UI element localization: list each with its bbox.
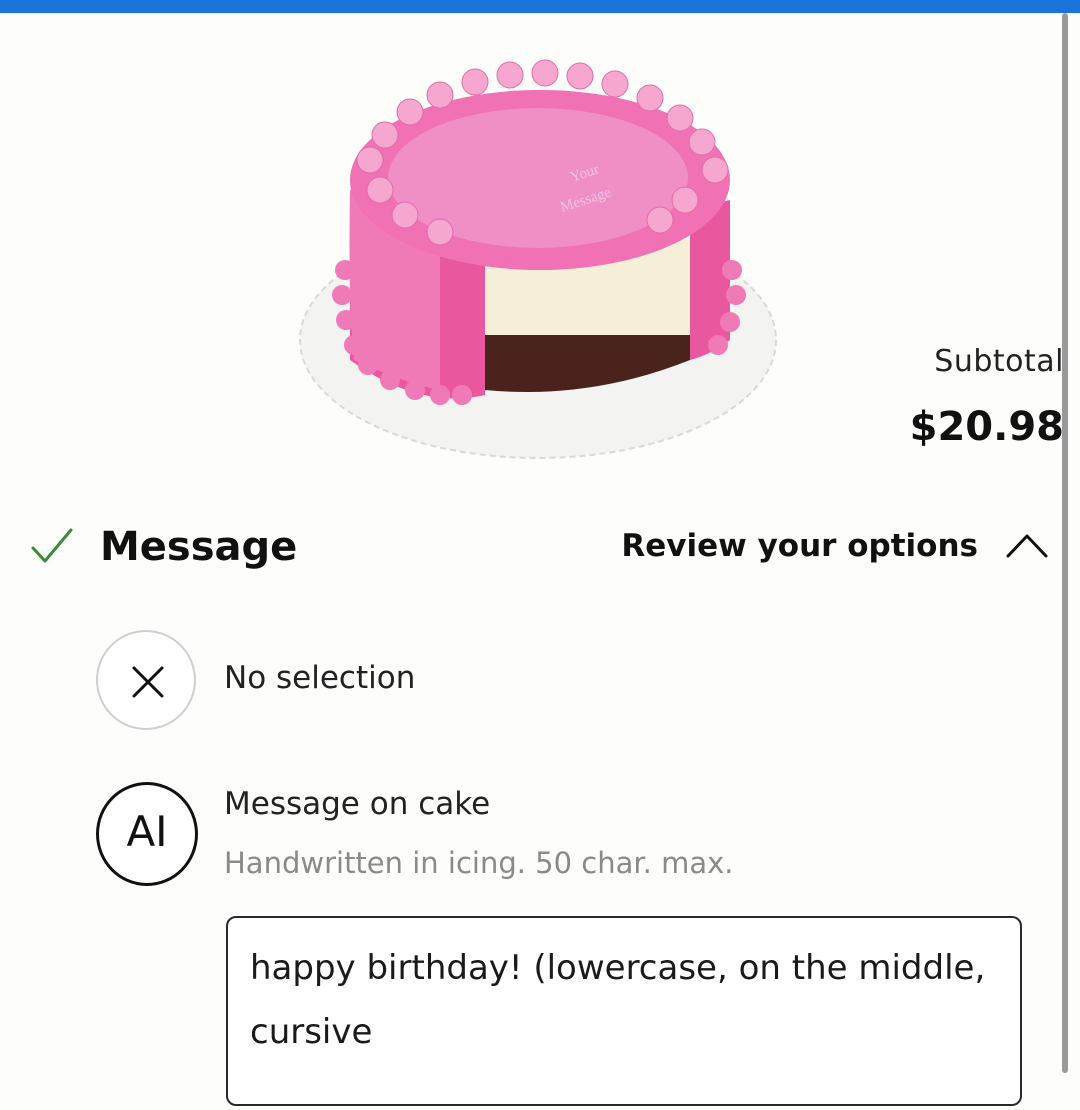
review-options-link[interactable]: Review your options [621, 528, 978, 564]
message-option-subtitle: Handwritten in icing. 50 char. max. [224, 846, 734, 880]
check-icon [31, 528, 73, 563]
message-option-title: Message on cake [224, 786, 491, 822]
close-icon [132, 666, 164, 698]
no-selection-label: No selection [224, 660, 416, 696]
scrollbar[interactable] [1062, 13, 1068, 1073]
message-textarea[interactable] [250, 936, 1000, 1086]
subtotal-label: Subtotal [934, 344, 1064, 379]
no-selection-option[interactable] [96, 630, 196, 730]
message-textarea-container [226, 916, 1022, 1106]
text-cursor-icon: AI [126, 807, 168, 856]
chevron-up-icon[interactable] [1004, 530, 1050, 560]
subtotal-value: $20.98 [909, 404, 1064, 450]
message-option[interactable]: AI [96, 782, 198, 886]
section-title: Message [100, 524, 298, 570]
cake-image: Your Message [299, 59, 777, 459]
top-accent-bar [0, 0, 1080, 13]
